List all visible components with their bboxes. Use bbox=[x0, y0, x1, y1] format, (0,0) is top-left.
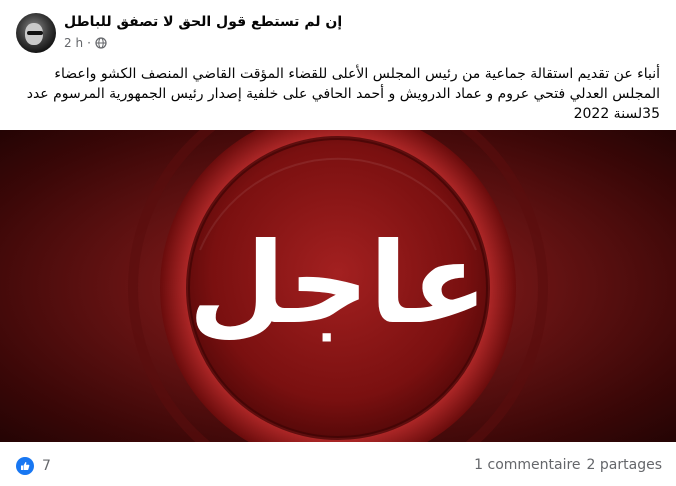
like-count: 7 bbox=[42, 458, 51, 474]
separator-dot: · bbox=[87, 36, 91, 50]
post-header: إن لم تستطع قول الحق لا تصفق للباطل 2 h … bbox=[0, 0, 676, 60]
author-name[interactable]: إن لم تستطع قول الحق لا تصفق للباطل bbox=[64, 14, 342, 30]
post-meta: 2 h · bbox=[64, 36, 107, 50]
facebook-post: إن لم تستطع قول الحق لا تصفق للباطل 2 h … bbox=[0, 0, 676, 486]
globe-icon bbox=[95, 37, 107, 49]
like-icon bbox=[16, 457, 34, 475]
post-text: أنباء عن تقديم استقالة جماعية من رئيس ال… bbox=[26, 66, 660, 122]
avatar[interactable] bbox=[16, 13, 56, 53]
reactions[interactable]: 7 bbox=[16, 457, 51, 475]
post-image[interactable]: عاجل bbox=[0, 130, 676, 442]
post-footer: 7 1 commentaire 2 partages bbox=[0, 444, 676, 486]
engagement-stats: 1 commentaire 2 partages bbox=[474, 457, 662, 473]
post-time[interactable]: 2 h bbox=[64, 36, 83, 50]
comment-count[interactable]: 1 commentaire bbox=[474, 457, 580, 473]
share-count[interactable]: 2 partages bbox=[587, 457, 662, 473]
avatar-glasses bbox=[27, 31, 43, 35]
urgent-label: عاجل bbox=[188, 219, 489, 349]
